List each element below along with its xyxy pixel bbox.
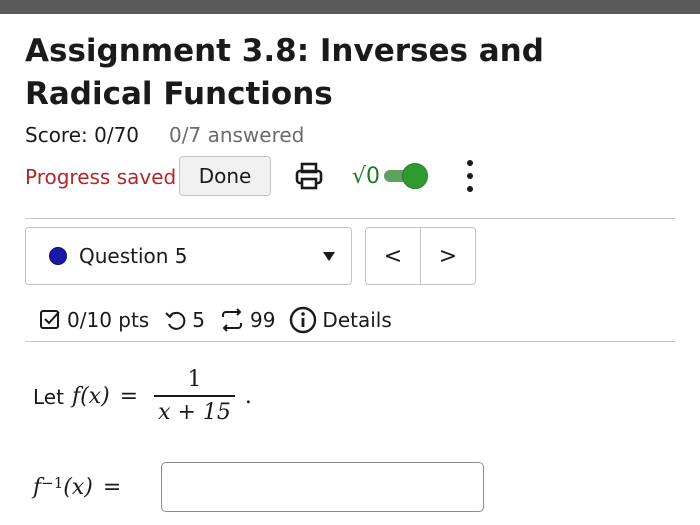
- top-bar: [0, 0, 700, 14]
- toggle-knob: [402, 163, 429, 189]
- toggle-switch[interactable]: [384, 162, 430, 190]
- details-link[interactable]: Details: [322, 308, 391, 332]
- progress-saved-text: Progress saved: [25, 165, 177, 189]
- retry-icon: [165, 311, 186, 330]
- inverse-superscript: −1: [41, 474, 64, 492]
- answered-count: 0/7 answered: [169, 123, 305, 147]
- prompt-text: Let: [33, 384, 64, 409]
- question-prompt: Let f(x) = 1 x + 15 .: [33, 365, 252, 429]
- points-text: 0/10 pts: [67, 308, 150, 332]
- denominator: x + 15: [158, 399, 231, 425]
- print-icon[interactable]: [293, 160, 325, 192]
- math-display-toggle[interactable]: √0: [352, 160, 430, 192]
- status-dot: [49, 247, 67, 265]
- more-options-icon[interactable]: [460, 156, 480, 196]
- numerator: 1: [187, 367, 202, 392]
- divider-bottom: [25, 341, 675, 342]
- question-nav: < >: [365, 227, 476, 285]
- checkbox-icon: [40, 310, 60, 329]
- inverse-arg: (x): [63, 474, 93, 500]
- caret-down-icon: [323, 252, 335, 261]
- period: .: [244, 384, 252, 410]
- sqrt-icon: √0: [352, 163, 381, 189]
- answer-label: f −1 (x) =: [33, 462, 121, 512]
- inverse-function-name: f: [33, 474, 42, 500]
- done-button[interactable]: Done: [179, 156, 271, 196]
- next-question-button[interactable]: >: [421, 228, 475, 284]
- fraction: 1 x + 15: [154, 365, 235, 429]
- question-meta: 0/10 pts 5 99 Details: [38, 305, 392, 335]
- divider-top: [25, 218, 675, 219]
- function-name: f(x): [71, 384, 110, 410]
- prev-question-button[interactable]: <: [366, 228, 421, 284]
- score-row: Score: 0/70 0/7 answered: [25, 122, 304, 148]
- page-title: Assignment 3.8: Inverses and Radical Fun…: [25, 33, 544, 112]
- attempts-count: 5: [192, 308, 205, 332]
- answer-input[interactable]: [161, 462, 484, 512]
- versions-icon: [221, 308, 242, 332]
- question-select-label: Question 5: [79, 244, 188, 268]
- equals-sign: =: [119, 384, 139, 410]
- info-icon[interactable]: [289, 306, 317, 334]
- versions-count: 99: [249, 308, 276, 332]
- score-text: Score: 0/70: [25, 123, 140, 147]
- question-select[interactable]: Question 5: [25, 227, 352, 285]
- answer-equals: =: [102, 474, 122, 500]
